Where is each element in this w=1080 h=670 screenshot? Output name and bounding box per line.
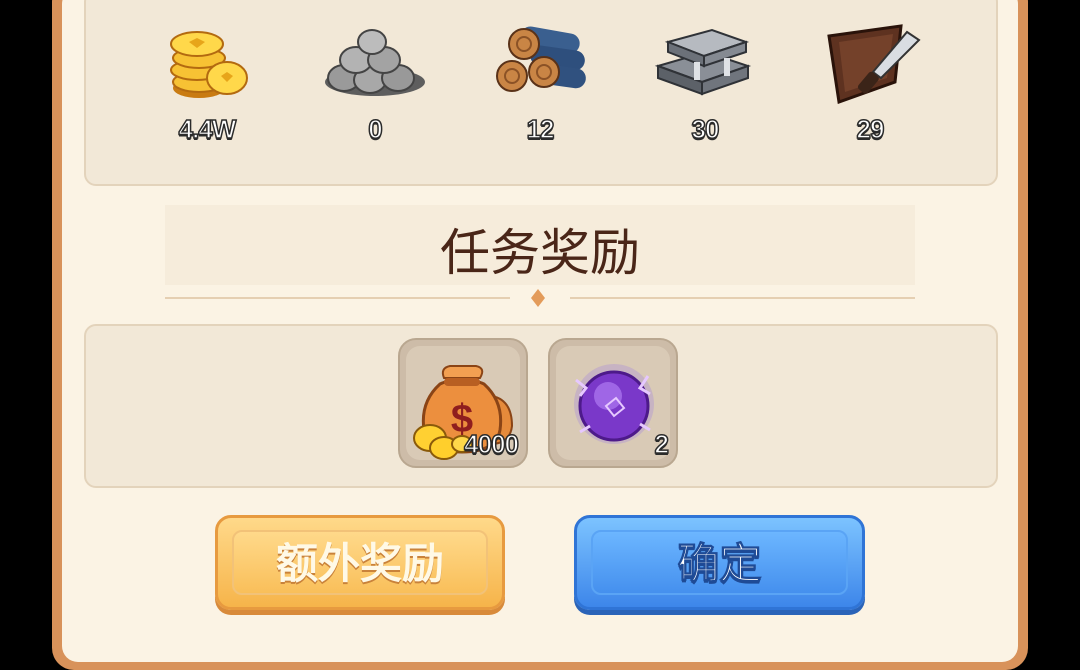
resource-leather: 29 (805, 22, 935, 172)
confirm-button[interactable]: 确定 (574, 515, 865, 610)
leather-knife-icon (827, 24, 921, 104)
divider-left (165, 297, 510, 299)
log-pile-icon (496, 26, 586, 92)
resource-stone-value: 0 (368, 113, 384, 145)
resource-wood-value: 12 (526, 113, 555, 145)
diamond-ornament-icon (531, 289, 545, 307)
divider-right (570, 297, 915, 299)
resource-stone: 0 (310, 22, 440, 172)
reward-money-count: 4000 (463, 428, 519, 460)
resource-gold: 4.4W (142, 22, 272, 172)
reward-slot-money[interactable]: $ 4000 (398, 338, 528, 468)
resource-gold-value: 4.4W (178, 113, 237, 145)
iron-ingot-icon (654, 28, 752, 96)
reward-slot-orb[interactable]: 2 (548, 338, 678, 468)
confirm-label: 确定 (677, 539, 762, 589)
reward-panel (84, 324, 998, 488)
stone-pile-icon (325, 29, 425, 96)
resource-wood: 12 (475, 22, 605, 172)
coin-stack-icon (170, 31, 248, 98)
section-title: 任务奖励 (440, 224, 640, 282)
extra-reward-button[interactable]: 额外奖励 (215, 515, 505, 610)
resource-leather-value: 29 (856, 113, 885, 145)
reward-orb-count: 2 (654, 428, 670, 460)
resource-iron-value: 30 (691, 113, 720, 145)
resource-iron: 30 (640, 22, 770, 172)
extra-reward-label: 额外奖励 (275, 539, 444, 588)
